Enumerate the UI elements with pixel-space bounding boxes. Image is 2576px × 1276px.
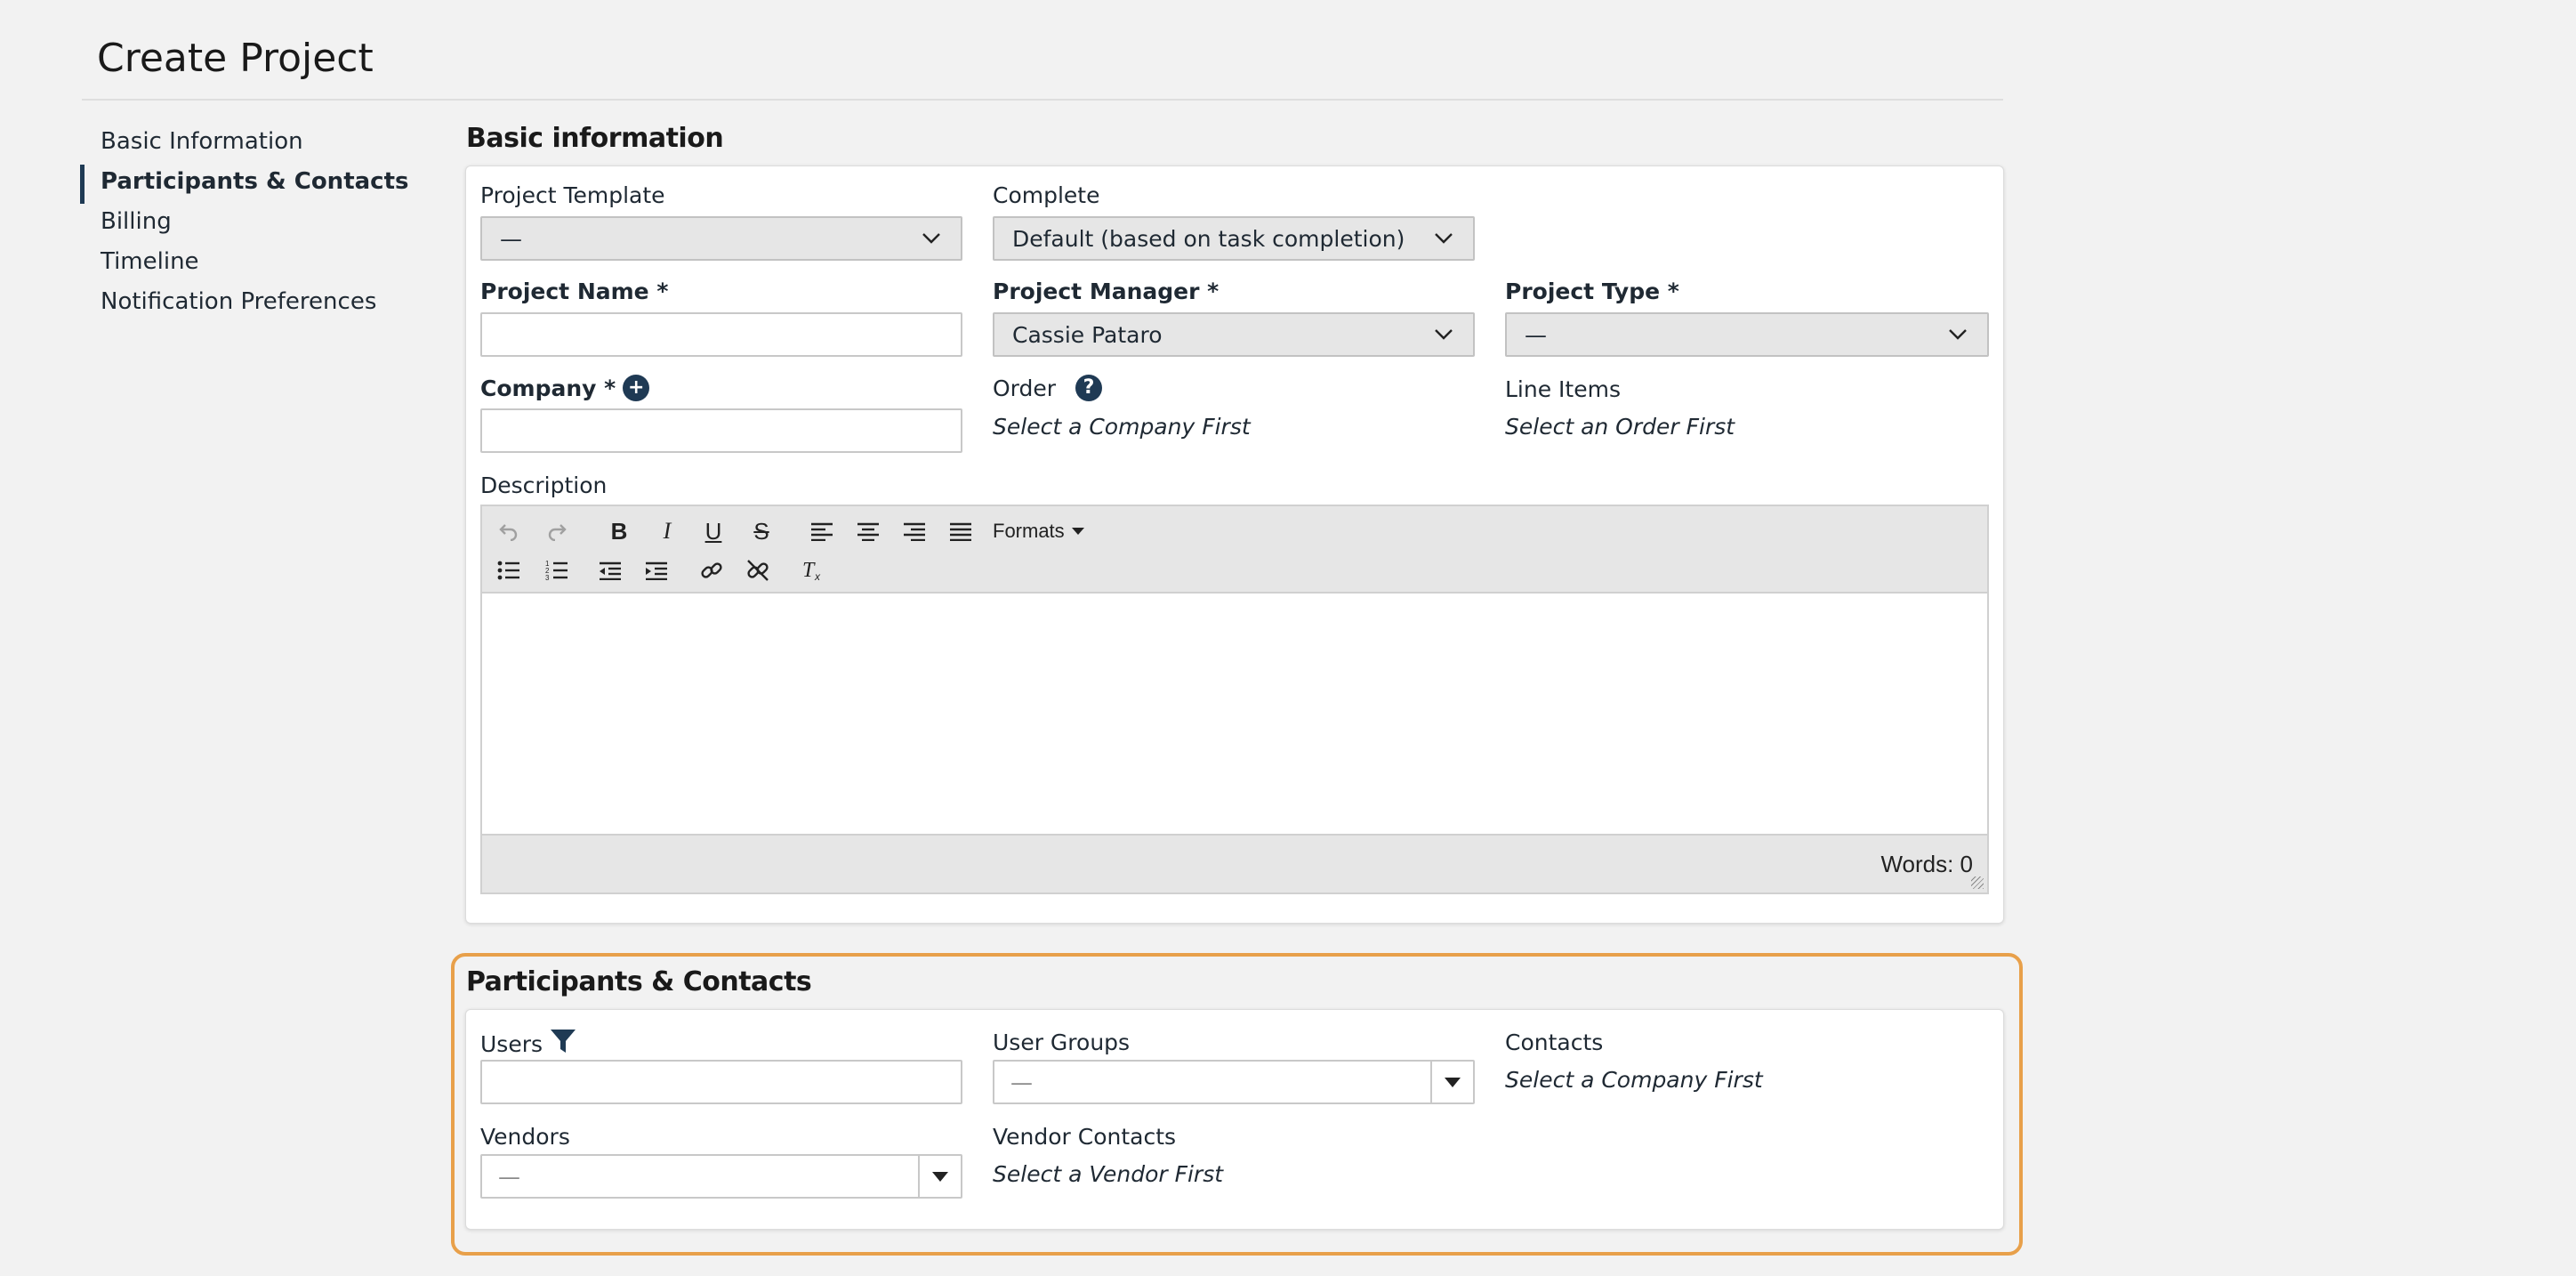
basic-info-card: Project Template — Complete Default (bas… <box>465 166 2004 924</box>
line-items-hint: Select an Order First <box>1505 414 1735 440</box>
participants-card: Users User Groups — Contacts Select a Co… <box>465 1009 2004 1230</box>
clear-formatting-icon[interactable]: Tx <box>795 554 831 586</box>
editor-toolbar: B I U S Formats 1 2 3 T x <box>482 506 1987 594</box>
user-groups-label: User Groups <box>993 1030 1131 1055</box>
project-template-label: Project Template <box>480 182 665 208</box>
strikethrough-icon[interactable]: S <box>744 515 779 547</box>
word-count: Words: 0 <box>1880 850 1973 877</box>
description-editor: B I U S Formats 1 2 3 T x Words: 0 <box>480 505 1989 894</box>
project-manager-label: Project Manager * <box>993 279 1220 304</box>
chevron-down-icon <box>1432 323 1455 346</box>
vendors-label: Vendors <box>480 1124 570 1150</box>
nav-item-participants-contacts[interactable]: Participants & Contacts <box>80 165 418 204</box>
user-groups-select[interactable]: — <box>993 1060 1475 1104</box>
numbered-list-icon[interactable]: 123 <box>539 554 575 586</box>
description-label: Description <box>480 472 608 498</box>
align-left-icon[interactable] <box>804 515 840 547</box>
line-items-label: Line Items <box>1505 376 1621 402</box>
italic-icon[interactable]: I <box>649 515 685 547</box>
underline-icon[interactable]: U <box>696 515 731 547</box>
project-name-input[interactable] <box>480 312 962 357</box>
unlink-icon[interactable] <box>740 554 776 586</box>
users-label: Users <box>480 1028 576 1060</box>
help-icon[interactable]: ? <box>1075 375 1103 401</box>
contacts-label: Contacts <box>1505 1030 1604 1055</box>
chevron-down-icon <box>1432 227 1455 250</box>
complete-select[interactable]: Default (based on task completion) <box>993 216 1475 261</box>
complete-value: Default (based on task completion) <box>1012 225 1405 252</box>
participants-heading: Participants & Contacts <box>466 966 812 997</box>
user-groups-value: — <box>1010 1069 1033 1095</box>
page-title: Create Project <box>97 36 374 81</box>
section-nav: Basic Information Participants & Contact… <box>80 125 418 325</box>
project-type-label: Project Type * <box>1505 279 1679 304</box>
project-manager-value: Cassie Pataro <box>1012 321 1163 348</box>
align-center-icon[interactable] <box>850 515 886 547</box>
order-label: Order ? <box>993 375 1103 401</box>
nav-item-basic-information[interactable]: Basic Information <box>80 125 418 164</box>
complete-label: Complete <box>993 182 1100 208</box>
vendors-select[interactable]: — <box>480 1154 962 1199</box>
project-template-value: — <box>500 225 522 252</box>
vendors-value: — <box>498 1163 520 1190</box>
caret-down-icon <box>918 1156 961 1197</box>
align-justify-icon[interactable] <box>943 515 978 547</box>
title-divider <box>82 99 2003 101</box>
caret-down-icon <box>1430 1062 1473 1102</box>
align-right-icon[interactable] <box>897 515 932 547</box>
order-hint: Select a Company First <box>993 414 1251 440</box>
resize-handle-icon[interactable] <box>1971 876 1984 889</box>
project-manager-select[interactable]: Cassie Pataro <box>993 312 1475 357</box>
add-company-icon[interactable]: + <box>623 375 650 401</box>
filter-icon[interactable] <box>550 1028 576 1060</box>
svg-text:x: x <box>814 570 821 582</box>
users-label-text: Users <box>480 1030 543 1057</box>
company-label: Company * + <box>480 375 650 401</box>
caret-down-icon <box>1071 528 1084 535</box>
contacts-hint: Select a Company First <box>1505 1067 1763 1093</box>
svg-text:3: 3 <box>545 574 550 581</box>
nav-item-timeline[interactable]: Timeline <box>80 245 418 284</box>
indent-icon[interactable] <box>639 554 674 586</box>
company-label-text: Company * <box>480 375 616 401</box>
bold-icon[interactable]: B <box>601 515 637 547</box>
svg-text:T: T <box>802 559 816 582</box>
editor-status-bar: Words: 0 <box>482 834 1987 892</box>
formats-menu[interactable]: Formats <box>993 515 1084 547</box>
bullet-list-icon[interactable] <box>491 554 527 586</box>
vendor-contacts-hint: Select a Vendor First <box>993 1161 1224 1187</box>
project-template-select[interactable]: — <box>480 216 962 261</box>
project-type-value: — <box>1525 321 1547 348</box>
link-icon[interactable] <box>694 554 729 586</box>
order-label-text: Order <box>993 375 1057 401</box>
nav-item-billing[interactable]: Billing <box>80 205 418 244</box>
chevron-down-icon <box>920 227 943 250</box>
users-input[interactable] <box>480 1060 962 1104</box>
basic-info-heading: Basic information <box>466 123 724 154</box>
project-name-label: Project Name * <box>480 279 669 304</box>
formats-label: Formats <box>993 520 1065 542</box>
chevron-down-icon <box>1946 323 1969 346</box>
redo-icon[interactable] <box>539 515 575 547</box>
vendor-contacts-label: Vendor Contacts <box>993 1124 1177 1150</box>
nav-item-notification-preferences[interactable]: Notification Preferences <box>80 285 418 324</box>
undo-icon[interactable] <box>491 515 527 547</box>
project-type-select[interactable]: — <box>1505 312 1989 357</box>
outdent-icon[interactable] <box>592 554 628 586</box>
company-input[interactable] <box>480 408 962 453</box>
